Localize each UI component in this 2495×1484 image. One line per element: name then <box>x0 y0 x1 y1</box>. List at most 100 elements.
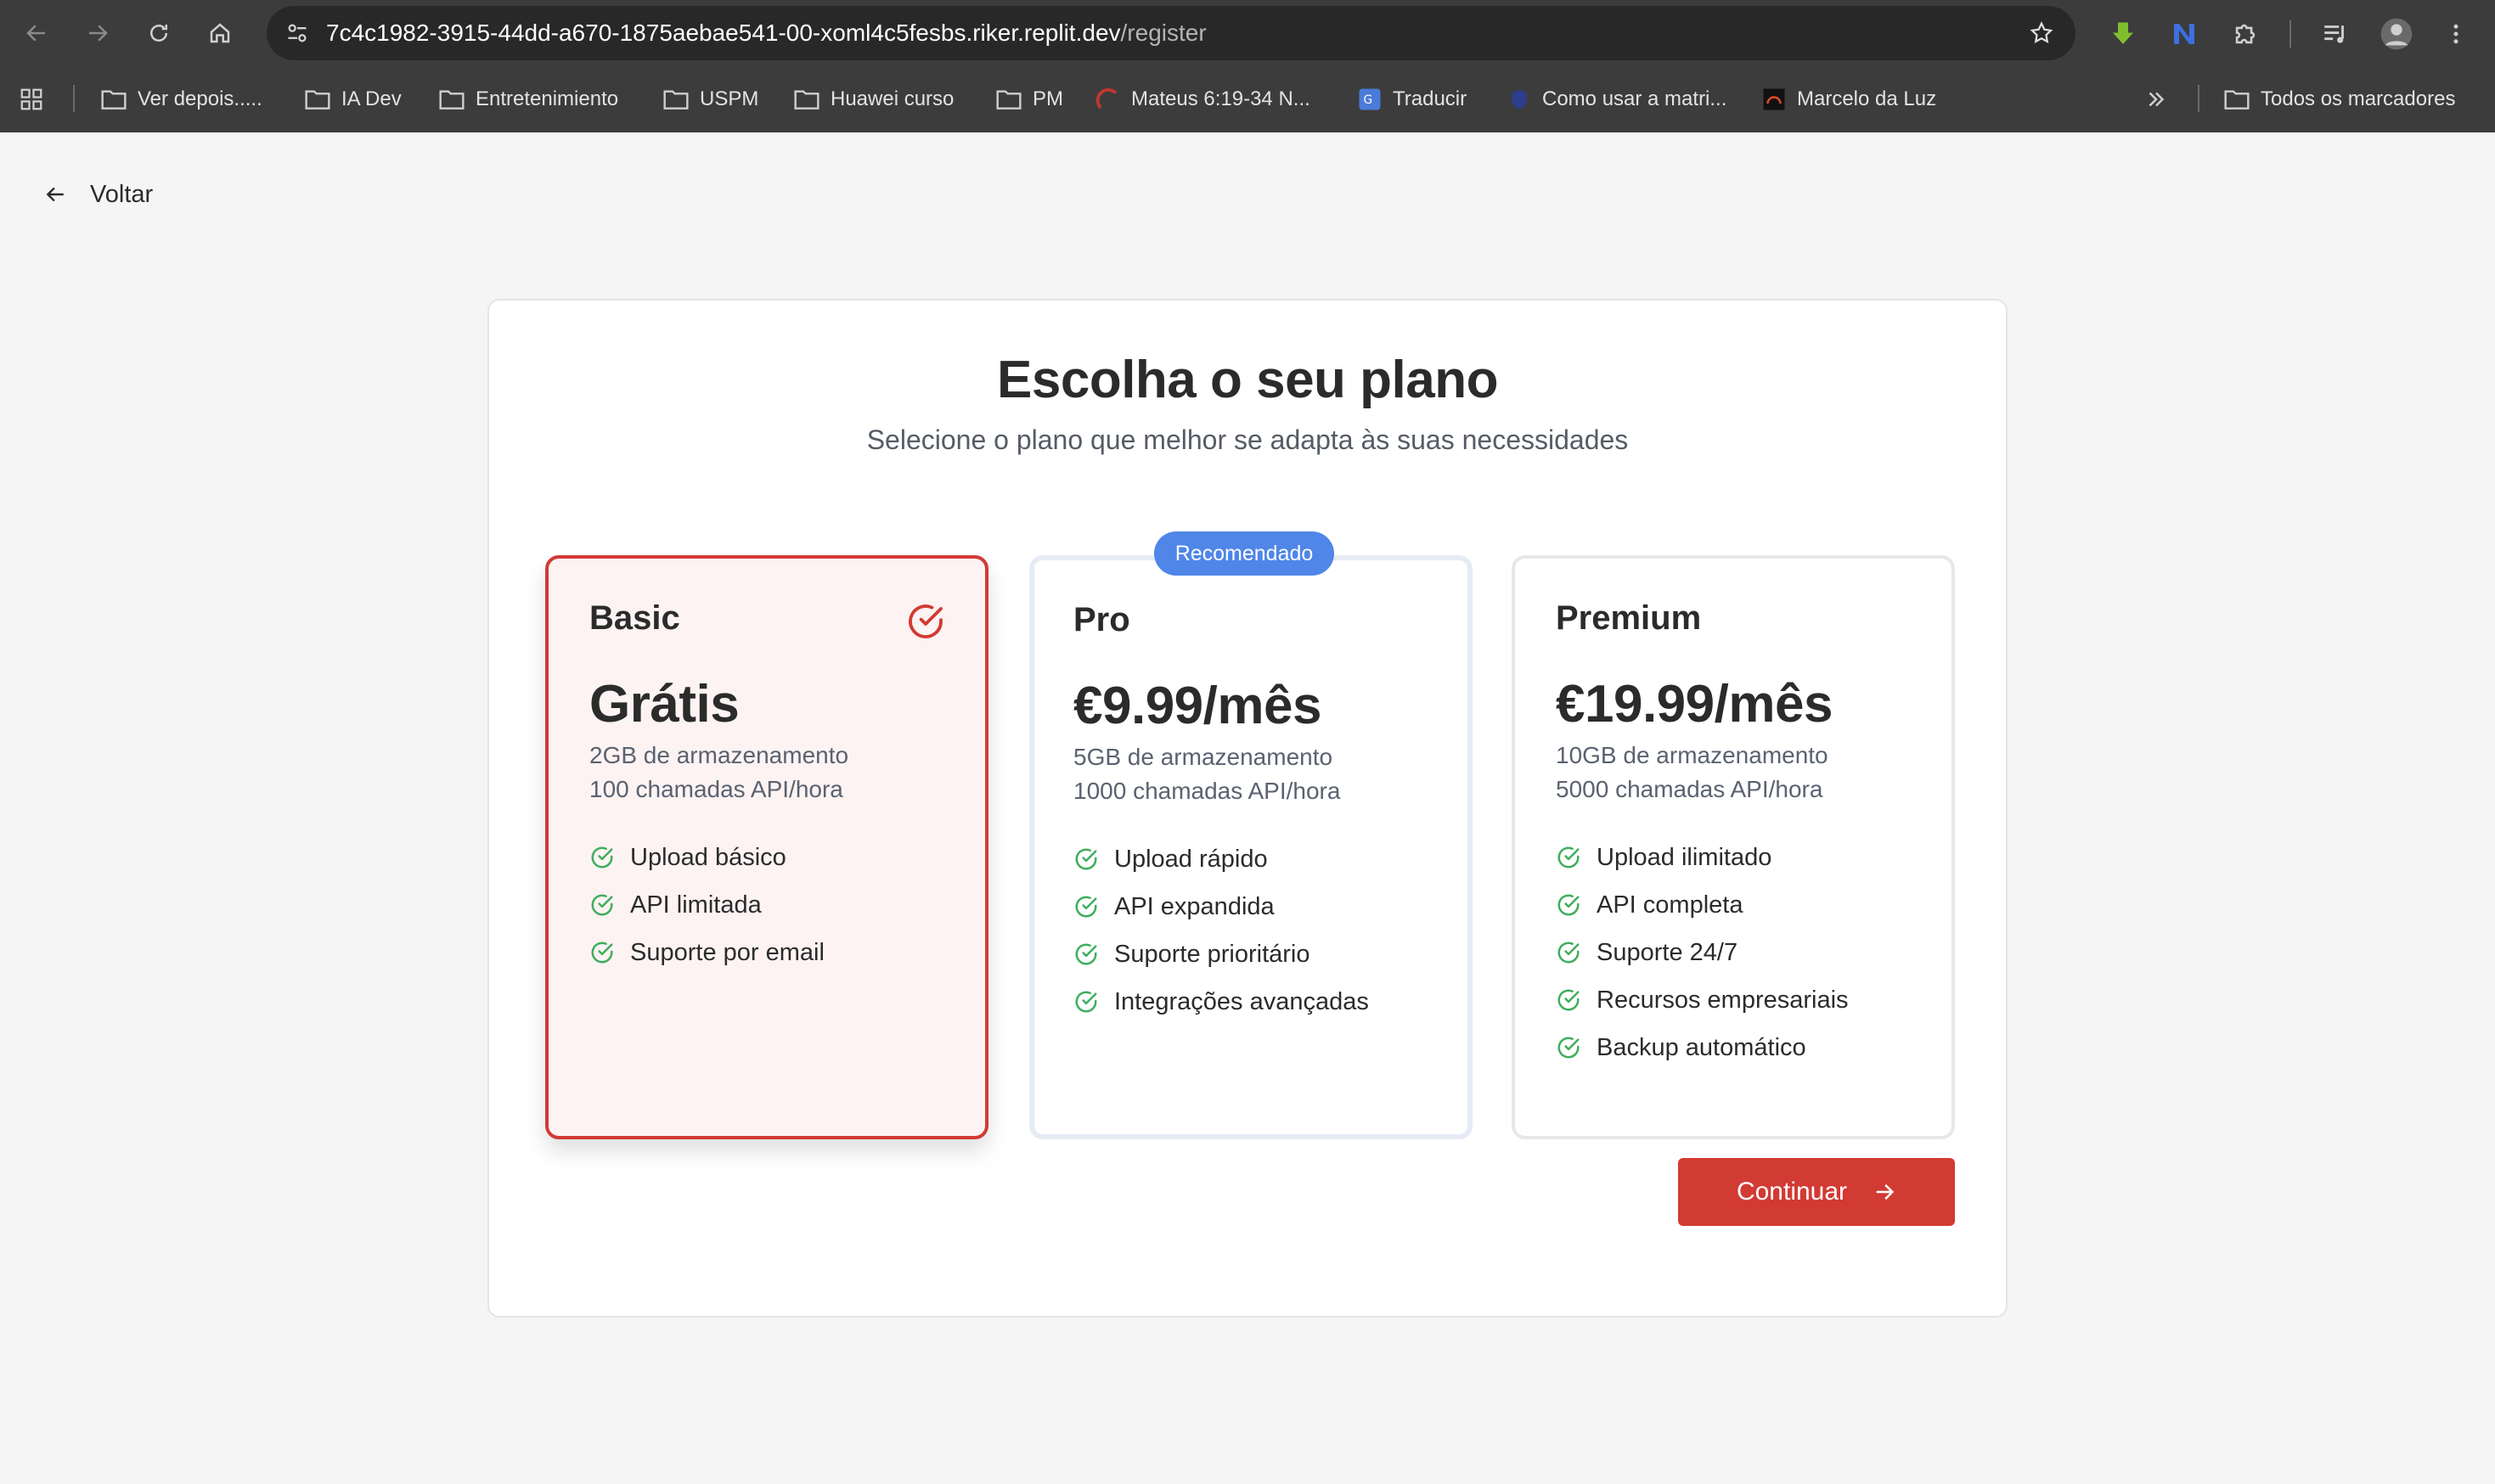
plan-card-pro[interactable]: Pro €9.99/mês 5GB de armazenamento 1000 … <box>1029 555 1473 1139</box>
feature-item: Backup automático <box>1556 1024 1849 1071</box>
bookmark-label: Huawei curso <box>831 87 955 110</box>
bookmark-item[interactable]: Entretenimiento <box>438 82 618 116</box>
all-bookmarks-label: Todos os marcadores <box>2261 87 2456 110</box>
feature-label: Suporte 24/7 <box>1597 938 1738 966</box>
feature-label: API limitada <box>630 891 762 919</box>
check-circle-icon <box>1075 848 1097 870</box>
arrow-left-icon <box>46 187 64 202</box>
feature-label: Backup automático <box>1597 1033 1806 1061</box>
back-link[interactable]: Voltar <box>44 173 153 216</box>
site-settings-icon[interactable] <box>282 18 313 48</box>
feature-label: Suporte por email <box>630 938 825 966</box>
check-circle-icon <box>1557 942 1580 964</box>
back-nav-icon[interactable] <box>19 15 54 51</box>
continue-label: Continuar <box>1736 1178 1848 1206</box>
page-title: Escolha o seu plano <box>997 351 1498 409</box>
check-circle-icon <box>1075 991 1097 1013</box>
folder-icon <box>305 90 330 110</box>
bookmark-item[interactable]: PM <box>995 82 1063 116</box>
feature-label: Upload básico <box>630 843 786 871</box>
bookmark-label: IA Dev <box>341 87 402 110</box>
recommended-badge: Recomendado <box>1154 531 1334 576</box>
selected-check-circle-icon <box>909 604 943 638</box>
more-bookmarks-icon[interactable] <box>2143 82 2169 116</box>
feature-label: Suporte prioritário <box>1114 940 1310 968</box>
bookmarks-divider <box>73 85 75 112</box>
feature-list: Upload rápido API expandida Suporte prio… <box>1073 835 1369 1026</box>
extensions-puzzle-icon[interactable] <box>2227 15 2264 53</box>
media-control-icon[interactable] <box>2317 15 2354 53</box>
folder-icon <box>996 90 1022 110</box>
address-bar[interactable]: 7c4c1982-3915-44dd-a670-1875aebae541-00-… <box>267 6 2075 60</box>
check-circle-icon <box>591 942 613 964</box>
bookmark-item[interactable]: G Traducir <box>1357 82 1467 116</box>
check-circle-icon <box>1075 896 1097 918</box>
bookmark-label: USPM <box>700 87 759 110</box>
feature-label: Upload ilimitado <box>1597 843 1772 871</box>
forward-nav-icon[interactable] <box>80 15 115 51</box>
toolbar-divider <box>2289 20 2291 48</box>
plan-price: €9.99/mês <box>1073 677 1321 735</box>
plan-price: €19.99/mês <box>1556 675 1833 734</box>
bookmark-label: Como usar a matri... <box>1542 87 1727 110</box>
arrow-right-icon <box>1876 1183 1895 1200</box>
feature-label: API expandida <box>1114 892 1275 920</box>
feature-item: Integrações avançadas <box>1073 978 1369 1026</box>
plan-name: Premium <box>1556 599 1702 637</box>
plan-storage: 2GB de armazenamento <box>589 742 849 768</box>
check-circle-icon <box>591 894 613 916</box>
plan-storage: 10GB de armazenamento <box>1556 742 1828 768</box>
plan-api-limit: 1000 chamadas API/hora <box>1073 778 1341 804</box>
shield-site-icon <box>1512 89 1527 110</box>
bookmark-label: Entretenimiento <box>476 87 619 110</box>
check-circle-icon <box>591 846 613 868</box>
bookmark-item[interactable]: Ver depois..... <box>100 82 262 116</box>
check-circle-icon <box>1557 846 1580 868</box>
page-content: Voltar Escolha o seu plano Selecione o p… <box>0 132 2495 1484</box>
plan-storage: 5GB de armazenamento <box>1073 744 1333 770</box>
bookmark-label: PM <box>1033 87 1063 110</box>
feature-item: API expandida <box>1073 883 1369 930</box>
feature-label: Upload rápido <box>1114 845 1268 873</box>
all-bookmarks-folder[interactable]: Todos os marcadores <box>2223 82 2455 116</box>
plan-name: Pro <box>1073 601 1130 638</box>
bookmark-item[interactable]: Mateus 6:19-34 N... <box>1095 82 1310 116</box>
feature-item: Upload rápido <box>1073 835 1369 883</box>
plan-api-limit: 5000 chamadas API/hora <box>1556 776 1823 802</box>
n-extension-icon[interactable] <box>2166 15 2203 53</box>
bookmark-item[interactable]: Como usar a matri... <box>1507 82 1726 116</box>
feature-list: Upload básico API limitada Suporte por e… <box>589 834 825 976</box>
feature-item: Upload ilimitado <box>1556 834 1849 881</box>
url-host: 7c4c1982-3915-44dd-a670-1875aebae541-00-… <box>326 20 1121 46</box>
folder-icon <box>794 90 819 110</box>
reload-icon[interactable] <box>141 15 177 51</box>
plan-card-premium[interactable]: Premium €19.99/mês 10GB de armazenamento… <box>1512 555 1955 1139</box>
home-icon[interactable] <box>202 15 238 51</box>
browser-chrome: 7c4c1982-3915-44dd-a670-1875aebae541-00-… <box>0 0 2495 132</box>
bookmark-item[interactable]: Huawei curso <box>793 82 954 116</box>
bookmarks-bar: Ver depois..... IA Dev Entretenimiento U… <box>0 66 2495 132</box>
svg-text:G: G <box>1364 93 1373 107</box>
bookmark-star-icon[interactable] <box>2026 18 2057 48</box>
bookmark-item[interactable]: IA Dev <box>304 82 402 116</box>
address-text[interactable]: 7c4c1982-3915-44dd-a670-1875aebae541-00-… <box>326 6 1207 60</box>
apps-grid-icon[interactable] <box>19 82 44 116</box>
plan-card-basic[interactable]: Basic Grátis 2GB de armazenamento 100 ch… <box>545 555 988 1139</box>
plan-price: Grátis <box>589 675 740 734</box>
continue-button[interactable]: Continuar <box>1678 1158 1955 1226</box>
feature-item: Suporte prioritário <box>1073 930 1369 978</box>
bookmark-item[interactable]: Marcelo da Luz <box>1761 82 1936 116</box>
bible-site-icon <box>1095 88 1118 110</box>
plan-name: Basic <box>589 599 680 637</box>
profile-avatar-icon[interactable] <box>2378 15 2415 53</box>
browser-menu-icon[interactable] <box>2437 15 2475 53</box>
check-circle-icon <box>1557 989 1580 1011</box>
download-extension-icon[interactable] <box>2104 15 2142 53</box>
check-circle-icon <box>1557 1037 1580 1059</box>
feature-list: Upload ilimitado API completa Suporte 24… <box>1556 834 1849 1071</box>
browser-toolbar: 7c4c1982-3915-44dd-a670-1875aebae541-00-… <box>0 0 2495 66</box>
bookmark-item[interactable]: USPM <box>662 82 758 116</box>
plan-api-limit: 100 chamadas API/hora <box>589 776 843 802</box>
folder-icon <box>663 90 689 110</box>
check-circle-icon <box>1557 894 1580 916</box>
